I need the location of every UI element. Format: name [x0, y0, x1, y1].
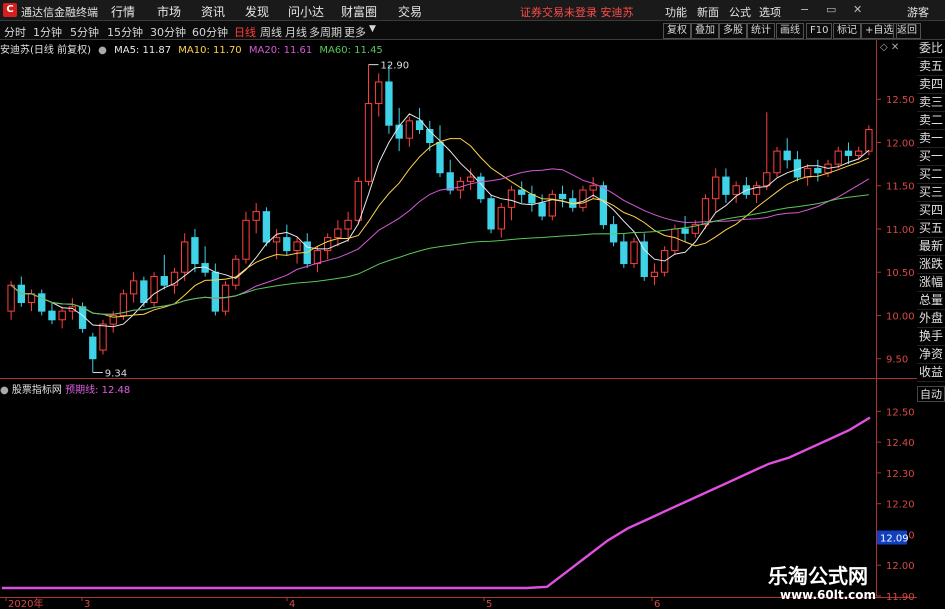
expectation-line: [2, 416, 871, 590]
candle-body: [252, 211, 260, 221]
candle-body: [7, 284, 15, 312]
candle-body: [160, 276, 168, 286]
candle-body: [773, 150, 781, 174]
pane-divider: [0, 378, 917, 379]
candle-body: [58, 310, 66, 321]
candle-body: [844, 150, 853, 156]
y-tick-label: 12.00: [886, 138, 915, 149]
ma20-line: [10, 168, 870, 315]
candle-body: [89, 336, 97, 360]
candle-body: [630, 241, 638, 265]
chart-area[interactable]: 12.50 12.00 11.50 11.00 10.50 10.00 9.50 12.90 9…: [0, 0, 945, 609]
indicator-y-tick-label: 12.30: [886, 469, 915, 480]
candle-body: [701, 198, 710, 226]
axis-divider: [876, 40, 877, 596]
candle-body: [640, 241, 648, 278]
watermark-title: 乐淘公式网: [768, 564, 868, 588]
candle-body: [446, 172, 454, 191]
watermark-url: www.60lt.com: [780, 588, 877, 602]
candle-body: [609, 224, 618, 243]
candle-body: [712, 176, 720, 200]
candle-body: [497, 206, 505, 230]
chart-frame: [0, 40, 917, 598]
candle-body: [375, 81, 383, 105]
indicator-y-tick-label: 12.50: [886, 407, 915, 418]
candle-body: [548, 193, 556, 217]
candle-body: [283, 237, 291, 252]
x-tick-label: 5: [486, 599, 492, 609]
x-tick-label: 3: [84, 599, 90, 609]
axis-ticks: 12.50 12.00 11.50 11.00 10.50 10.00 9.50 12.90 9…: [5, 61, 915, 609]
current-value-label: 12.09: [880, 534, 909, 545]
indicator-series: [2, 416, 871, 590]
candle-body: [436, 141, 444, 174]
candle-body: [293, 241, 301, 252]
candle-body: [344, 219, 352, 230]
candle-body: [140, 280, 148, 303]
candle-body: [681, 228, 689, 234]
candle-body: [354, 180, 362, 221]
price-annotation-label: 12.90: [381, 61, 410, 72]
candle-body: [855, 150, 863, 156]
candle-body: [732, 185, 740, 195]
candle-body: [181, 241, 189, 273]
candle-body: [129, 280, 138, 295]
candle-body: [579, 189, 587, 208]
candle-body: [395, 124, 403, 139]
y-tick-label: 11.50: [886, 182, 915, 193]
y-tick-label: 11.00: [886, 225, 915, 236]
candle-body: [150, 276, 158, 303]
y-tick-label: 9.50: [886, 355, 908, 366]
candle-body: [262, 211, 271, 243]
candle-body: [191, 237, 199, 265]
candle-body: [385, 81, 393, 126]
candle-body: [834, 150, 842, 165]
candle-body: [232, 258, 240, 286]
indicator-y-tick-label: 12.20: [886, 500, 915, 511]
candle-body: [334, 228, 342, 239]
candle-body: [865, 129, 873, 152]
candle-body: [99, 323, 107, 351]
candle-body: [456, 180, 465, 191]
candle-body: [242, 219, 250, 260]
candle-body: [814, 167, 822, 174]
indicator-y-tick-label: 11.90: [886, 592, 915, 603]
candle-body: [650, 271, 659, 278]
candle-body: [313, 250, 322, 265]
candle-body: [620, 241, 628, 265]
candle-body: [487, 198, 495, 230]
x-tick-label: 4: [289, 599, 295, 609]
candle-body: [507, 189, 516, 208]
y-tick-label: 12.50: [886, 95, 915, 106]
y-tick-label: 10.50: [886, 268, 915, 279]
candle-body: [538, 202, 546, 217]
indicator-y-tick-label: 12.00: [886, 561, 915, 572]
candle-body: [783, 150, 791, 161]
candle-body: [722, 176, 730, 195]
candle-body: [558, 193, 567, 200]
candle-body: [466, 176, 475, 182]
indicator-y-tick-label: 12.40: [886, 438, 915, 449]
candle-body: [599, 185, 608, 226]
candle-body: [272, 237, 281, 243]
candle-body: [211, 271, 220, 312]
candle-body: [38, 293, 46, 312]
candle-body: [477, 176, 485, 200]
price-annotation-label: 9.34: [105, 369, 127, 380]
candle-body: [48, 310, 56, 321]
candle-body: [671, 228, 679, 252]
candle-body: [518, 189, 526, 195]
x-tick-label: 2020年: [8, 597, 43, 609]
x-tick-label: 6: [654, 599, 660, 609]
candle-body: [803, 167, 812, 178]
candle-body: [589, 185, 597, 191]
y-tick-label: 10.00: [886, 311, 915, 322]
ma60-line: [10, 194, 869, 315]
candle-body: [405, 120, 414, 139]
candle-body: [763, 172, 771, 187]
candle-body: [364, 103, 373, 182]
